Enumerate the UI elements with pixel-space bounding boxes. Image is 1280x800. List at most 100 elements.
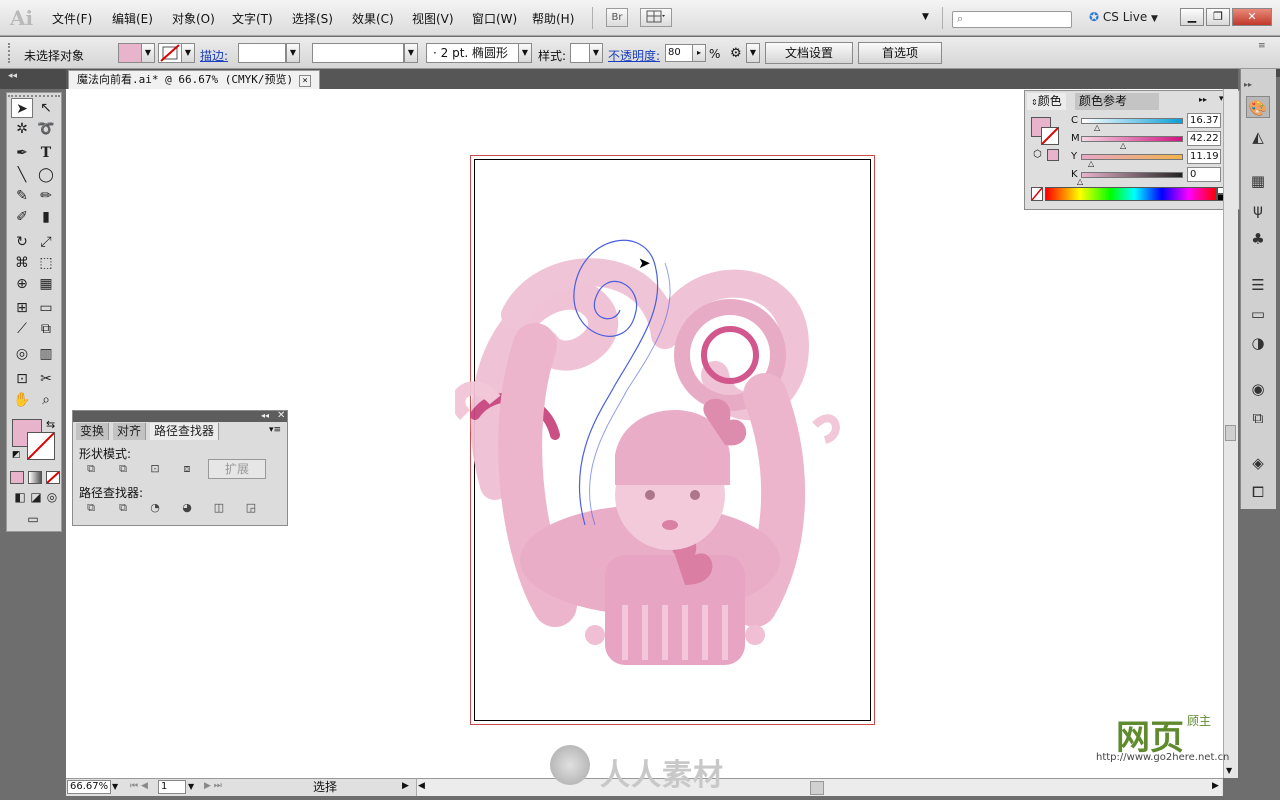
- tab-pathfinder[interactable]: 路径查找器: [150, 423, 220, 440]
- recolor-artwork-icon[interactable]: ⚙: [730, 46, 742, 61]
- free-transform-tool-icon[interactable]: ⬚: [35, 253, 57, 273]
- opacity-input[interactable]: 80: [665, 44, 693, 62]
- column-graph-tool-icon[interactable]: ▥: [35, 344, 57, 364]
- gradient-panel-icon[interactable]: ▭: [1246, 303, 1270, 325]
- tab-color[interactable]: ⇕颜色: [1027, 93, 1066, 110]
- scale-tool-icon[interactable]: ⤢: [35, 232, 57, 252]
- fill-dropdown[interactable]: ▼: [141, 43, 155, 63]
- collapse-color-panel-icon[interactable]: ▸▸: [1199, 95, 1207, 104]
- minus-front-icon[interactable]: ⧉: [115, 462, 131, 476]
- tab-align[interactable]: 对齐: [113, 423, 147, 440]
- symbols-icon[interactable]: ♣: [1246, 228, 1270, 250]
- artboard-number-input[interactable]: 1: [158, 780, 186, 794]
- divide-icon[interactable]: ⧉: [83, 501, 99, 515]
- zoom-dropdown-icon[interactable]: ▼: [112, 782, 118, 791]
- panel-menu-icon[interactable]: ▾≡: [269, 425, 281, 435]
- artwork-pink-girl[interactable]: [455, 225, 855, 685]
- collapse-panel-icon[interactable]: ◂◂: [261, 411, 269, 420]
- collapse-toolbox-icon[interactable]: ◂◂: [8, 71, 17, 81]
- artboards-panel-icon[interactable]: ⧠: [1246, 481, 1270, 503]
- eraser-tool-icon[interactable]: ▮: [35, 207, 57, 227]
- document-setup-button[interactable]: 文档设置: [765, 42, 853, 64]
- line-tool-icon[interactable]: ╲: [11, 165, 33, 185]
- draw-inside-icon[interactable]: ◎: [41, 487, 63, 507]
- menu-file[interactable]: 文件(F): [52, 10, 92, 27]
- channel-y-handle[interactable]: △: [1088, 159, 1094, 168]
- collapse-dock-icon[interactable]: ▸▸: [1244, 80, 1252, 89]
- graphic-style-swatch[interactable]: [570, 43, 590, 63]
- channel-y-input[interactable]: 11.19: [1187, 149, 1221, 164]
- blend-tool-icon[interactable]: ⧉: [35, 319, 57, 339]
- menu-effect[interactable]: 效果(C): [352, 10, 394, 27]
- fill-swatch[interactable]: [118, 43, 142, 63]
- gradient-mode-icon[interactable]: [28, 471, 42, 484]
- none-color-swatch[interactable]: [1031, 187, 1043, 201]
- channel-c-handle[interactable]: △: [1094, 123, 1100, 132]
- none-mode-icon[interactable]: [46, 471, 60, 484]
- transparency-panel-icon[interactable]: ◑: [1246, 332, 1270, 354]
- restore-button[interactable]: ❐: [1206, 8, 1230, 26]
- zoom-tool-icon[interactable]: ⌕: [35, 390, 57, 410]
- menu-window[interactable]: 窗口(W): [472, 10, 517, 27]
- brush-dropdown[interactable]: ▼: [518, 43, 532, 63]
- color-mode-icon[interactable]: [10, 471, 24, 484]
- pencil-tool-icon[interactable]: ✏: [35, 186, 57, 206]
- minimize-button[interactable]: ▁: [1180, 8, 1204, 26]
- appearance-panel-icon[interactable]: ◉: [1246, 378, 1270, 400]
- help-search-input[interactable]: [952, 11, 1072, 28]
- gamut-swatch[interactable]: [1047, 149, 1059, 161]
- stroke-dropdown[interactable]: ▼: [181, 43, 195, 63]
- gradient-tool-icon[interactable]: ▭: [35, 298, 57, 318]
- out-of-gamut-icon[interactable]: ⬡: [1033, 149, 1042, 160]
- default-colors-icon[interactable]: ◩: [12, 450, 21, 460]
- pen-tool-icon[interactable]: ✒: [11, 143, 33, 163]
- color-stroke-box[interactable]: [1041, 127, 1059, 145]
- channel-c-input[interactable]: 16.37: [1187, 113, 1221, 128]
- eyedropper-tool-icon[interactable]: ⟋: [11, 319, 33, 339]
- graphic-styles-icon[interactable]: ⧉: [1246, 407, 1270, 429]
- tab-color-guide[interactable]: 颜色参考: [1075, 93, 1159, 110]
- exclude-icon[interactable]: ⧈: [179, 462, 195, 476]
- crop-icon[interactable]: ◕: [179, 501, 195, 515]
- paintbrush-tool-icon[interactable]: ✎: [11, 186, 33, 206]
- intersect-icon[interactable]: ⊡: [147, 462, 163, 476]
- control-panel-menu-icon[interactable]: ≡: [1258, 41, 1266, 51]
- arrange-documents-button[interactable]: [640, 8, 672, 27]
- brush-definition[interactable]: · 2 pt. 椭圆形: [426, 43, 520, 63]
- layers-panel-icon[interactable]: ◈: [1246, 452, 1270, 474]
- merge-icon[interactable]: ◔: [147, 501, 163, 515]
- slice-tool-icon[interactable]: ✂: [35, 369, 57, 389]
- rotate-tool-icon[interactable]: ↻: [11, 232, 33, 252]
- cs-live-button[interactable]: ✪ CS Live ▼: [1089, 10, 1158, 24]
- stroke-link[interactable]: 描边:: [200, 47, 228, 64]
- channel-k-slider[interactable]: [1081, 172, 1183, 178]
- scroll-down-icon[interactable]: ▼: [1226, 766, 1232, 775]
- variable-width-input[interactable]: [312, 43, 404, 63]
- expand-button[interactable]: 扩展: [208, 459, 266, 479]
- swap-colors-icon[interactable]: ⇆: [46, 418, 55, 431]
- stroke-weight-dropdown[interactable]: ▼: [286, 43, 300, 63]
- graphic-style-dropdown[interactable]: ▼: [589, 43, 603, 63]
- preferences-button[interactable]: 首选项: [858, 42, 942, 64]
- unite-icon[interactable]: ⧉: [83, 462, 99, 476]
- zoom-input[interactable]: 66.67%: [67, 780, 111, 794]
- channel-m-input[interactable]: 42.22: [1187, 131, 1221, 146]
- stroke-weight-input[interactable]: [238, 43, 286, 63]
- direct-selection-tool-icon[interactable]: ↖: [35, 98, 57, 118]
- color-panel-icon[interactable]: 🎨: [1246, 96, 1270, 118]
- ellipse-tool-icon[interactable]: ◯: [35, 165, 57, 185]
- outline-icon[interactable]: ◫: [211, 501, 227, 515]
- next-artboard-icon[interactable]: ▶ ⏭: [204, 781, 222, 791]
- scroll-right-icon[interactable]: ▶: [1212, 781, 1219, 791]
- trim-icon[interactable]: ⧉: [115, 501, 131, 515]
- brushes-icon[interactable]: ψ: [1246, 199, 1270, 221]
- close-window-button[interactable]: ✕: [1232, 8, 1272, 26]
- mesh-tool-icon[interactable]: ⊞: [11, 298, 33, 318]
- stroke-color-box[interactable]: [27, 432, 55, 460]
- status-menu-icon[interactable]: ▶: [402, 781, 409, 791]
- menu-select[interactable]: 选择(S): [292, 10, 333, 27]
- channel-k-input[interactable]: 0: [1187, 167, 1221, 182]
- bridge-button[interactable]: Br: [606, 8, 628, 27]
- workspace-dropdown-icon[interactable]: ▼: [922, 12, 929, 22]
- menu-object[interactable]: 对象(O): [172, 10, 215, 27]
